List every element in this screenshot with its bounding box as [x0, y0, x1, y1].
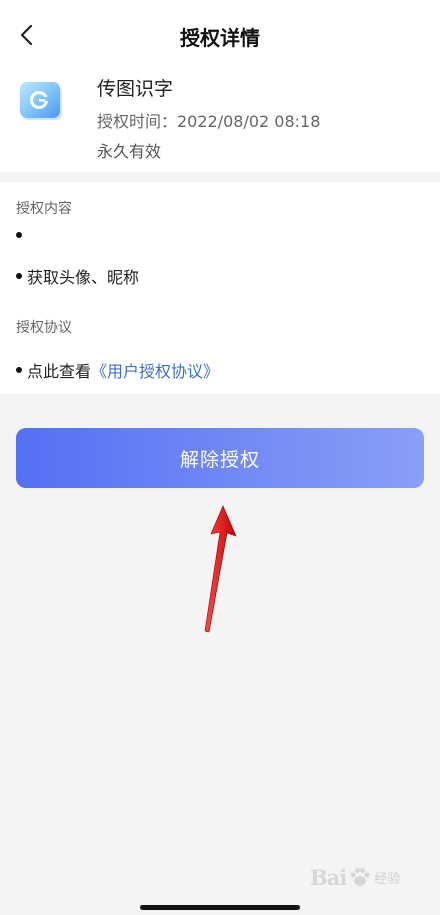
page-title: 授权详情 [180, 26, 260, 50]
app-info-card: 传图识字 授权时间：2022/08/02 08:18 永久有效 [0, 66, 440, 172]
permission-text: 获取头像、昵称 [27, 268, 140, 287]
list-item [16, 232, 27, 238]
watermark-subtext: 经验 [374, 871, 401, 887]
revoke-authorization-button[interactable]: 解除授权 [16, 428, 424, 488]
agreement-prefix: 点此查看 [27, 362, 92, 381]
authorization-time: 授权时间：2022/08/02 08:18 [97, 112, 321, 131]
authorization-details: 授权内容 获取头像、昵称 授权协议 点此查看 《用户授权协议》 [0, 182, 440, 394]
watermark: Bai 经验 [310, 858, 416, 896]
app-name: 传图识字 [97, 78, 174, 100]
agreement-row: 点此查看 《用户授权协议》 [16, 358, 219, 382]
paw-icon [350, 868, 370, 886]
list-item: 获取头像、昵称 [16, 264, 139, 288]
red-arrow-icon [204, 505, 237, 633]
validity-status: 永久有效 [97, 142, 162, 161]
home-indicator [140, 905, 300, 910]
section-title-content: 授权内容 [16, 201, 72, 217]
section-title-agreement: 授权协议 [16, 320, 72, 336]
bullet-icon [16, 367, 22, 373]
app-logo-icon [18, 80, 64, 122]
bullet-icon [16, 273, 22, 279]
watermark-text: Bai [310, 864, 347, 890]
user-agreement-link[interactable]: 《用户授权协议》 [91, 358, 219, 382]
bullet-icon [16, 232, 22, 238]
navigation-bar: 授权详情 [0, 0, 440, 66]
